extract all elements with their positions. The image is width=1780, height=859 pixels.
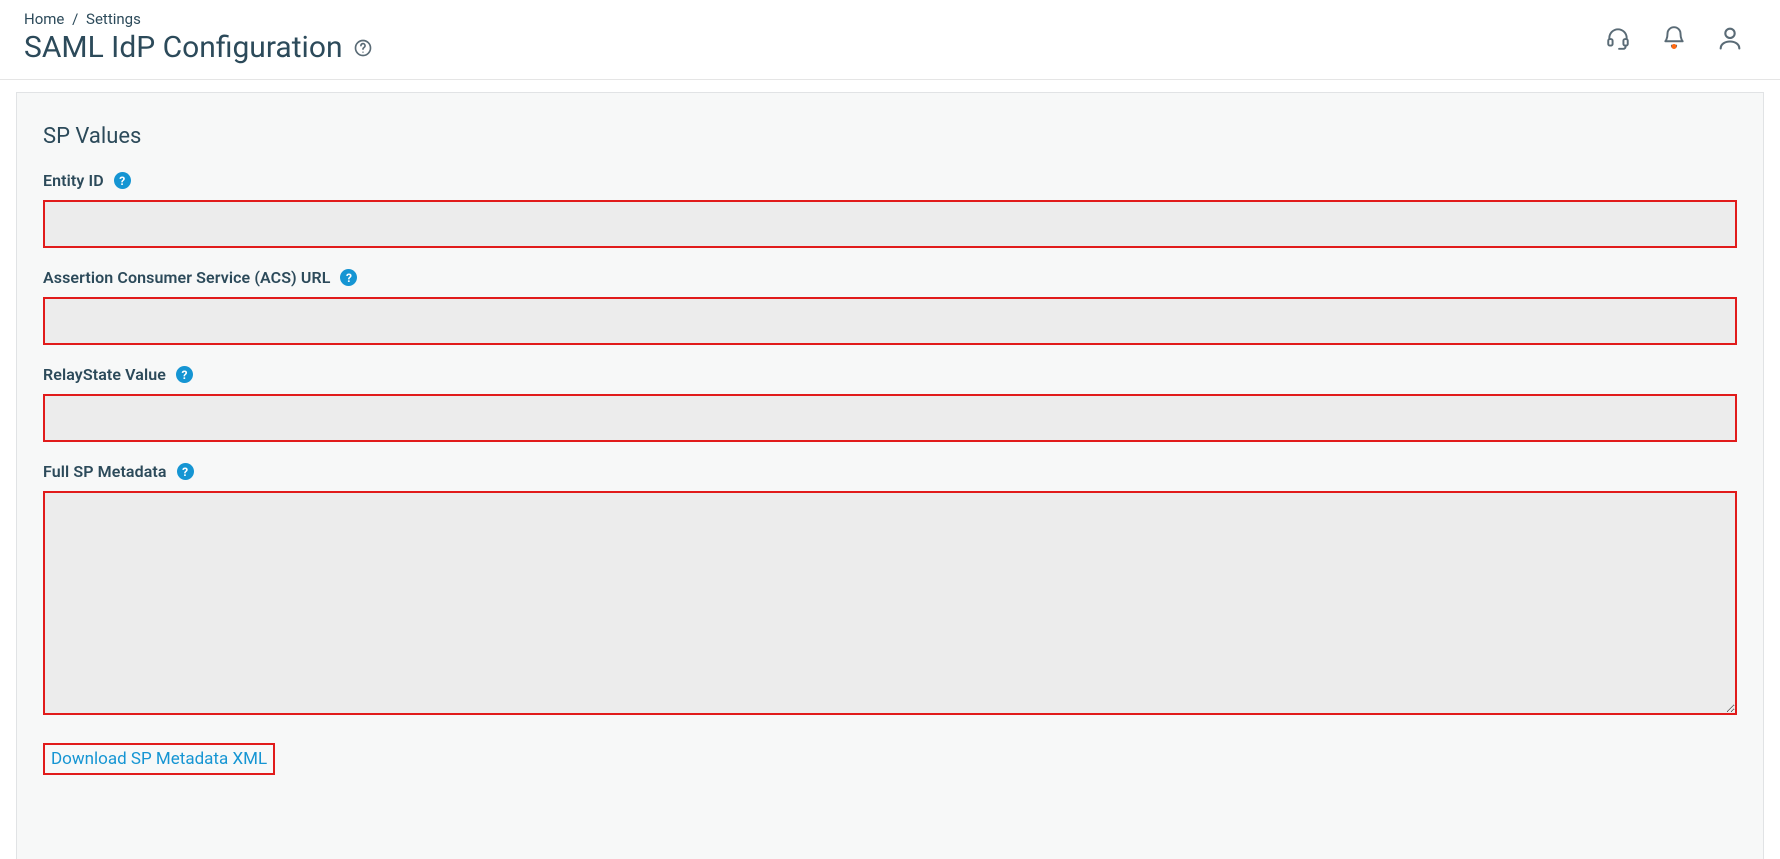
notification-dot <box>1672 44 1677 49</box>
field-relay-state: RelayState Value ? <box>43 365 1737 442</box>
page-help-icon[interactable] <box>353 38 373 58</box>
acs-url-input[interactable] <box>43 297 1737 345</box>
field-entity-id: Entity ID ? <box>43 171 1737 248</box>
download-sp-metadata-link[interactable]: Download SP Metadata XML <box>43 743 275 775</box>
entity-id-label: Entity ID <box>43 171 104 190</box>
user-icon[interactable] <box>1716 24 1744 52</box>
section-title: SP Values <box>43 124 1737 149</box>
entity-id-help-icon[interactable]: ? <box>114 172 131 189</box>
bell-icon[interactable] <box>1660 24 1688 52</box>
headset-icon[interactable] <box>1604 24 1632 52</box>
breadcrumb-home[interactable]: Home <box>24 10 64 28</box>
relay-state-label: RelayState Value <box>43 365 166 384</box>
entity-id-input[interactable] <box>43 200 1737 248</box>
full-sp-metadata-textarea[interactable] <box>43 491 1737 715</box>
page-title: SAML IdP Configuration <box>24 30 373 65</box>
field-acs-url: Assertion Consumer Service (ACS) URL ? <box>43 268 1737 345</box>
full-sp-metadata-help-icon[interactable]: ? <box>177 463 194 480</box>
field-full-sp-metadata: Full SP Metadata ? <box>43 462 1737 719</box>
acs-url-help-icon[interactable]: ? <box>340 269 357 286</box>
page-header: Home / Settings SAML IdP Configuration <box>0 0 1780 80</box>
header-left: Home / Settings SAML IdP Configuration <box>24 10 373 65</box>
content: SP Values Entity ID ? Assertion Consumer… <box>0 80 1780 859</box>
relay-state-help-icon[interactable]: ? <box>176 366 193 383</box>
page-title-text: SAML IdP Configuration <box>24 30 343 65</box>
breadcrumb-settings[interactable]: Settings <box>86 10 141 28</box>
breadcrumb: Home / Settings <box>24 10 373 28</box>
acs-url-label: Assertion Consumer Service (ACS) URL <box>43 268 330 287</box>
header-right <box>1604 10 1756 52</box>
breadcrumb-separator: / <box>72 10 78 28</box>
full-sp-metadata-label: Full SP Metadata <box>43 462 167 481</box>
sp-values-card: SP Values Entity ID ? Assertion Consumer… <box>16 92 1764 859</box>
relay-state-input[interactable] <box>43 394 1737 442</box>
